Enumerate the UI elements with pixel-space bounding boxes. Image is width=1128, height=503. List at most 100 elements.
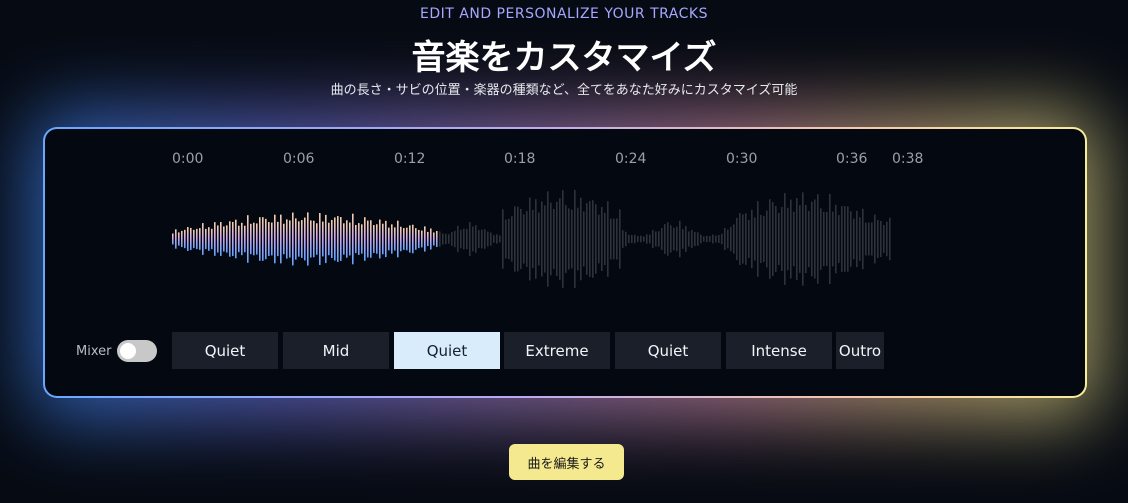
waveform-bar bbox=[841, 206, 843, 272]
waveform-bar bbox=[736, 217, 738, 261]
waveform-bar bbox=[367, 220, 369, 258]
waveform-bar bbox=[499, 235, 501, 243]
waveform-bar bbox=[559, 198, 561, 280]
waveform-bar bbox=[622, 230, 624, 248]
waveform-bar bbox=[328, 222, 330, 256]
waveform-bar bbox=[199, 228, 201, 250]
waveform-bar bbox=[871, 222, 873, 256]
waveform-bar bbox=[289, 220, 291, 258]
waveform-bar bbox=[346, 220, 348, 258]
waveform[interactable] bbox=[45, 129, 1085, 329]
segment-quiet[interactable]: Quiet bbox=[172, 332, 278, 369]
waveform-bar bbox=[520, 208, 522, 270]
waveform-bar bbox=[451, 232, 453, 246]
waveform-bar bbox=[508, 218, 510, 260]
waveform-bar bbox=[187, 227, 189, 251]
waveform-bar bbox=[745, 213, 747, 265]
waveform-bar bbox=[301, 220, 303, 258]
waveform-bar bbox=[298, 221, 300, 257]
waveform-bar bbox=[601, 207, 603, 271]
waveform-bar bbox=[856, 210, 858, 268]
waveform-bar bbox=[487, 231, 489, 247]
waveform-bar bbox=[886, 221, 888, 257]
edit-track-button[interactable]: 曲を編集する bbox=[509, 444, 624, 480]
waveform-bar bbox=[454, 230, 456, 248]
waveform-bar bbox=[352, 213, 354, 265]
waveform-bar bbox=[538, 212, 540, 266]
waveform-bar bbox=[463, 228, 465, 250]
waveform-bar bbox=[673, 227, 675, 251]
waveform-bar bbox=[694, 231, 696, 247]
waveform-bar bbox=[244, 225, 246, 253]
waveform-bar bbox=[604, 212, 606, 266]
waveform-bar bbox=[532, 209, 534, 269]
waveform-bar bbox=[571, 209, 573, 269]
waveform-bar bbox=[649, 234, 651, 244]
waveform-bar bbox=[724, 228, 726, 250]
waveform-bar bbox=[220, 222, 222, 256]
waveform-bar bbox=[250, 223, 252, 255]
segment-mid[interactable]: Mid bbox=[283, 332, 389, 369]
waveform-bar bbox=[610, 218, 612, 260]
waveform-bar bbox=[658, 231, 660, 247]
waveform-bar bbox=[322, 221, 324, 257]
waveform-bar bbox=[766, 210, 768, 268]
segment-intense[interactable]: Intense bbox=[726, 332, 832, 369]
waveform-bar bbox=[580, 197, 582, 281]
waveform-bar bbox=[181, 230, 183, 248]
waveform-bar bbox=[235, 219, 237, 259]
waveform-bar bbox=[469, 222, 471, 256]
segment-quiet-selected[interactable]: Quiet bbox=[394, 332, 500, 369]
waveform-bar bbox=[523, 214, 525, 264]
waveform-bar bbox=[406, 227, 408, 251]
waveform-bar bbox=[712, 234, 714, 244]
waveform-bar bbox=[343, 223, 345, 255]
waveform-bar bbox=[790, 199, 792, 279]
waveform-bar bbox=[202, 223, 204, 255]
waveform-bar bbox=[697, 232, 699, 246]
waveform-bar bbox=[304, 217, 306, 261]
waveform-bar bbox=[646, 234, 648, 244]
waveform-bar bbox=[643, 236, 645, 242]
waveform-bar bbox=[547, 191, 549, 287]
page-subtitle: 曲の長さ・サビの位置・楽器の種類など、全てをあなた好みにカスタマイズ可能 bbox=[330, 83, 798, 98]
mixer-label: Mixer bbox=[76, 344, 112, 359]
waveform-bar bbox=[502, 209, 504, 269]
page-title: 音楽をカスタマイズ bbox=[411, 38, 717, 78]
waveform-bar bbox=[550, 202, 552, 276]
waveform-bar bbox=[415, 228, 417, 250]
waveform-bar bbox=[583, 211, 585, 267]
waveform-bar bbox=[787, 207, 789, 271]
waveform-bar bbox=[568, 208, 570, 270]
segment-extreme[interactable]: Extreme bbox=[504, 332, 610, 369]
waveform-bar bbox=[190, 227, 192, 251]
waveform-bar bbox=[634, 234, 636, 244]
waveform-bar bbox=[709, 236, 711, 242]
waveform-bar bbox=[640, 235, 642, 243]
waveform-bar bbox=[553, 208, 555, 270]
waveform-bar bbox=[496, 234, 498, 244]
waveform-bar bbox=[721, 233, 723, 245]
waveform-bar bbox=[370, 220, 372, 258]
waveform-bar bbox=[316, 223, 318, 255]
waveform-bar bbox=[661, 228, 663, 250]
waveform-bar bbox=[355, 224, 357, 254]
waveform-bar bbox=[388, 227, 390, 251]
waveform-bar bbox=[529, 197, 531, 281]
segment-outro[interactable]: Outro bbox=[836, 332, 884, 369]
waveform-bar bbox=[592, 200, 594, 278]
waveform-bar bbox=[400, 226, 402, 252]
waveform-bar bbox=[853, 218, 855, 260]
mixer-toggle[interactable] bbox=[117, 340, 157, 362]
waveform-bar bbox=[700, 234, 702, 244]
waveform-bar bbox=[307, 212, 309, 266]
waveform-bar bbox=[349, 222, 351, 256]
waveform-bar bbox=[832, 211, 834, 267]
waveform-bar bbox=[835, 204, 837, 274]
waveform-bar bbox=[295, 218, 297, 260]
segment-quiet[interactable]: Quiet bbox=[615, 332, 721, 369]
waveform-bar bbox=[868, 222, 870, 256]
waveform-bar bbox=[460, 229, 462, 249]
waveform-bar bbox=[691, 229, 693, 249]
waveform-bar bbox=[670, 225, 672, 253]
